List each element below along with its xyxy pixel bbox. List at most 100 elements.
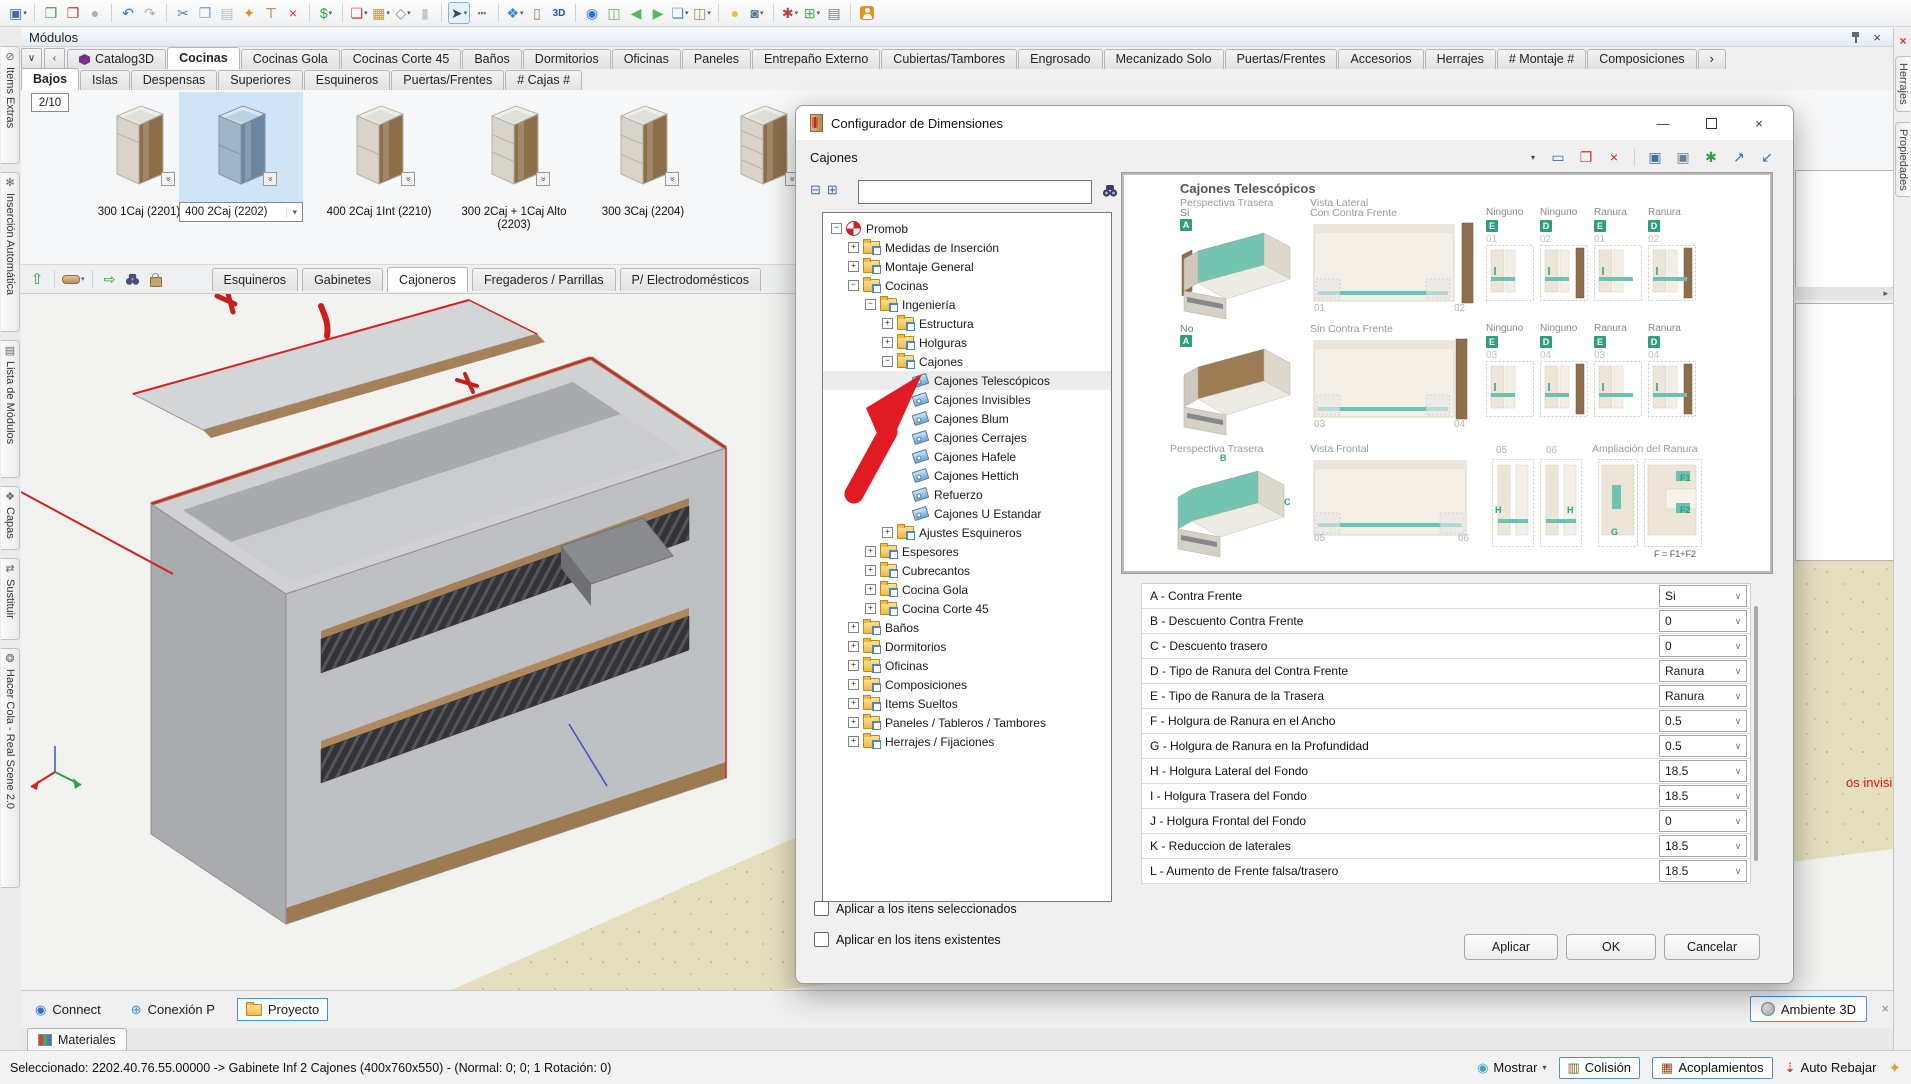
tree-item-13[interactable]: Cajones Hettich xyxy=(823,466,1111,485)
sidebar-item-5[interactable]: ❂Hacer Cola - Real Scene 2.0 xyxy=(1,648,20,888)
shape-tool-icon[interactable]: ◇▾ xyxy=(393,3,413,23)
tree-expander[interactable]: + xyxy=(848,679,859,690)
save-icon[interactable]: ▣▾ xyxy=(8,3,28,23)
tree-item-22[interactable]: +Dormitorios xyxy=(823,637,1111,656)
tree-item-23[interactable]: +Oficinas xyxy=(823,656,1111,675)
right-sidebar-tab-1[interactable]: Propiedades xyxy=(1895,122,1910,198)
close-icon[interactable]: × xyxy=(1894,34,1911,48)
export-config-down-icon[interactable]: ↙ xyxy=(1755,146,1779,168)
tree-item-20[interactable]: +Cocina Corte 45 xyxy=(823,599,1111,618)
tab-category-3[interactable]: Superiores xyxy=(218,70,302,90)
tree-item-7[interactable]: −Cajones xyxy=(823,352,1111,371)
search-icon[interactable] xyxy=(1102,184,1118,198)
tree-expander[interactable]: + xyxy=(848,698,859,709)
tree-expander[interactable]: + xyxy=(848,717,859,728)
tree-item-11[interactable]: Cajones Cerrajes xyxy=(823,428,1111,447)
tab-catalog-8[interactable]: Entrepaño Externo xyxy=(752,49,880,69)
validate-config-icon[interactable]: ✱ xyxy=(1699,146,1723,168)
layers-icon[interactable]: ❖▾ xyxy=(505,3,525,23)
variants-badge[interactable]: » xyxy=(536,172,550,186)
sidebar-item-2[interactable]: ▤Lista de Módulos xyxy=(1,340,20,478)
tab-category-1[interactable]: Islas xyxy=(80,70,130,90)
tree-expander[interactable]: + xyxy=(848,622,859,633)
panel-layout-icon[interactable]: ❏▾ xyxy=(349,3,369,23)
tree-item-2[interactable]: +Montaje General xyxy=(823,257,1111,276)
tree-item-12[interactable]: Cajones Hafele xyxy=(823,447,1111,466)
tree-expander[interactable]: + xyxy=(848,261,859,272)
acoplamientos-control[interactable]: ▦+Acoplamientos xyxy=(1652,1057,1773,1079)
tab-catalog-6[interactable]: Oficinas xyxy=(612,49,681,69)
tab-catalog-13[interactable]: Accesorios xyxy=(1338,49,1423,69)
tab-catalog-9[interactable]: Cubiertas/Tambores xyxy=(881,49,1017,69)
machining-icon[interactable]: ✱▾ xyxy=(780,3,800,23)
tree-expander[interactable]: + xyxy=(882,318,893,329)
tree-item-8[interactable]: Cajones Telescópicos xyxy=(823,371,1111,390)
auto-rebajar-control[interactable]: ⇣Auto Rebajar xyxy=(1785,1060,1877,1076)
view-3d-icon[interactable]: 3D xyxy=(549,3,569,23)
tab-catalog-5[interactable]: Dormitorios xyxy=(523,49,611,69)
aplicar-button[interactable]: Aplicar xyxy=(1464,934,1558,960)
sidebar-item-3[interactable]: ❖Capas xyxy=(1,486,20,550)
wall-builder-icon[interactable]: ▦▾ xyxy=(371,3,391,23)
sidebar-item-1[interactable]: ✻Inserción Automática xyxy=(1,172,20,332)
sidebar-item-0[interactable]: ⊘Items Extras xyxy=(1,46,20,164)
tree-expander[interactable]: + xyxy=(848,641,859,652)
apply-selected-checkbox[interactable]: Aplicar a los itens seleccionados xyxy=(814,901,1017,916)
tree-item-9[interactable]: Cajones Invisibles xyxy=(823,390,1111,409)
search-input[interactable] xyxy=(858,180,1092,204)
tab-catalog-2[interactable]: Cocinas Gola xyxy=(241,49,340,69)
tree-expander[interactable]: + xyxy=(865,546,876,557)
solid-view-icon[interactable]: ◫ xyxy=(604,3,624,23)
property-value-dropdown[interactable]: 0∨ xyxy=(1659,610,1747,632)
tree-item-17[interactable]: +Espesores xyxy=(823,542,1111,561)
save-config-as-icon[interactable]: ▣ xyxy=(1671,146,1695,168)
delete-config-icon[interactable]: × xyxy=(1602,146,1626,168)
property-value-dropdown[interactable]: 0∨ xyxy=(1659,635,1747,657)
tab-category-0[interactable]: Bajos xyxy=(21,68,79,90)
tree-item-14[interactable]: Refuerzo xyxy=(823,485,1111,504)
tree-expander[interactable]: + xyxy=(848,736,859,747)
tree-expander[interactable]: + xyxy=(848,242,859,253)
right-sidebar-tab-0[interactable]: Herrajes xyxy=(1895,56,1910,112)
property-value-dropdown[interactable]: 18.5∨ xyxy=(1659,835,1747,857)
tree-expander[interactable]: − xyxy=(848,280,859,291)
search-modules-icon[interactable] xyxy=(123,269,143,289)
doc-tab-2[interactable]: Proyecto xyxy=(237,998,328,1021)
scrollbar-thumb[interactable] xyxy=(1754,606,1758,861)
tab-insert-1[interactable]: Gabinetes xyxy=(302,268,383,291)
ok-button[interactable]: OK xyxy=(1566,934,1656,960)
paste-icon[interactable]: ▤ xyxy=(217,3,237,23)
lighting-icon[interactable]: ● xyxy=(725,3,745,23)
tree-item-21[interactable]: +Baños xyxy=(823,618,1111,637)
nav-forward-icon[interactable]: ▶ xyxy=(648,3,668,23)
camera-icon[interactable]: ◙▾ xyxy=(747,3,767,23)
report-icon[interactable]: ▤ xyxy=(824,3,844,23)
module-thumbnail-4[interactable]: »300 3Caj (2204) xyxy=(583,92,703,219)
doc-tab-1[interactable]: ⊕Conexión P xyxy=(123,999,223,1021)
tree-item-6[interactable]: +Holguras xyxy=(823,333,1111,352)
maximize-button[interactable] xyxy=(1691,110,1731,136)
user-profile-icon[interactable] xyxy=(857,3,877,23)
tree-expander[interactable]: + xyxy=(865,584,876,595)
tab-catalog-0[interactable]: Catalog3D xyxy=(67,49,166,69)
apply-existing-checkbox[interactable]: Aplicar en los itens existentes xyxy=(814,932,1001,947)
export-config-up-icon[interactable]: ↗ xyxy=(1727,146,1751,168)
close-icon[interactable]: × xyxy=(1881,1001,1889,1016)
module-variant-dropdown[interactable]: 400 2Caj (2202)▾ xyxy=(179,202,303,222)
column-tool-icon[interactable]: ▮ xyxy=(415,3,435,23)
pin-icon[interactable] xyxy=(1851,31,1861,43)
tree-item-18[interactable]: +Cubrecantos xyxy=(823,561,1111,580)
module-thumbnail-2[interactable]: »400 2Caj 1Int (2210) xyxy=(309,92,449,219)
paint-tool-icon[interactable]: ✦ xyxy=(239,3,259,23)
tree-item-4[interactable]: −Ingeniería xyxy=(823,295,1111,314)
doc-tab-0[interactable]: ◉Connect xyxy=(27,999,109,1021)
tab-category-4[interactable]: Esquineros xyxy=(304,70,391,90)
tab-category-6[interactable]: # Cajas # xyxy=(505,70,582,90)
tab-catalog-3[interactable]: Cocinas Corte 45 xyxy=(341,49,462,69)
tree-item-15[interactable]: Cajones U Estandar xyxy=(823,504,1111,523)
dialog-titlebar[interactable]: Configurador de Dimensiones — × xyxy=(796,106,1793,140)
config-selector[interactable]: Cajones xyxy=(810,150,858,165)
redo-icon[interactable]: ↷ xyxy=(140,3,160,23)
tree-item-1[interactable]: +Medidas de Inserción xyxy=(823,238,1111,257)
tree-expander[interactable]: − xyxy=(865,299,876,310)
